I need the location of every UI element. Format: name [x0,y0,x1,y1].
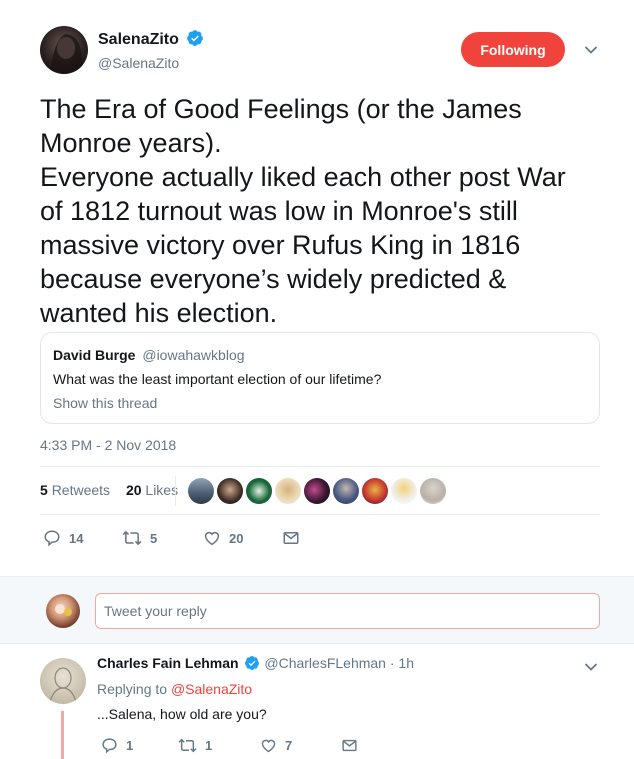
retweets-stat-label: Retweets [51,482,111,498]
tweet-text-line: wanted his election. [40,298,278,328]
tweet-text-line: because everyone’s widely predicted & [40,264,507,294]
likes-stat-count: 20 [125,482,142,498]
chevron-down-icon[interactable] [584,45,598,55]
author-avatar-image [50,34,84,74]
retweet-icon [122,530,142,546]
quoted-tweet[interactable]: David Burge @iowahawkblog What was the l… [40,332,600,424]
current-user-avatar-image [55,604,72,616]
tweet-text-line: Monroe years). [40,128,222,158]
quoted-tweet-header: David Burge @iowahawkblog [53,347,245,363]
liker-avatar[interactable] [391,478,417,504]
like-count: 7 [285,738,293,753]
liker-avatar[interactable] [217,478,243,504]
verified-badge-icon [187,30,204,47]
reply-actions: 1 1 7 [97,735,397,759]
liker-avatar[interactable] [188,478,214,504]
envelope-icon [342,739,357,752]
reply-count: 1 [126,738,134,753]
tweet-text: The Era of Good Feelings (or the James M… [40,92,610,330]
tweet-text-line: of 1812 turnout was low in Monroe's stil… [40,196,518,226]
reply-time[interactable]: · 1h [390,655,414,671]
following-button[interactable]: Following [461,32,565,67]
liker-avatar[interactable] [362,478,388,504]
author-name[interactable]: SalenaZito [98,31,179,48]
like-count: 20 [229,530,244,546]
quoted-author-name: David Burge [53,347,136,363]
author-avatar[interactable] [40,26,88,74]
tweet-text-line: The Era of Good Feelings (or the James [40,94,522,124]
heart-icon [261,739,276,753]
tweet-actions: 14 5 20 [40,527,340,551]
tweet-text-line: Everyone actually liked each other post … [40,162,566,192]
reply-action[interactable]: 1 [101,737,133,754]
likers-avatars [188,478,449,504]
author-name-row: SalenaZito [98,30,204,49]
reply-header: Charles Fain Lehman @CharlesFLehman · 1h [97,655,414,671]
retweets-stat-count: 5 [40,482,48,498]
retweet-count: 1 [205,738,213,753]
liker-avatar[interactable] [246,478,272,504]
liker-avatar[interactable] [275,478,301,504]
heart-icon [204,531,220,546]
reply-composer: Tweet your reply [0,576,634,644]
tweet-stats: 5 Retweets 20 Likes [40,482,178,498]
thread-line [61,711,64,759]
retweet-action[interactable]: 1 [178,737,212,754]
retweets-stat[interactable]: 5 Retweets [40,482,110,498]
replying-to: Replying to @SalenaZito [97,681,252,697]
message-action[interactable] [282,529,300,547]
reply-author-avatar-image [49,667,77,703]
reply-icon [102,738,117,754]
divider [40,466,600,467]
like-action[interactable]: 20 [203,529,243,547]
likes-stat[interactable]: 20 Likes [126,482,178,498]
reply-icon [44,530,60,547]
divider [40,514,600,515]
quoted-author-handle: @iowahawkblog [142,347,245,363]
reply-author-avatar[interactable] [40,658,86,704]
tweet-text-line: massive victory over Rufus King in 1816 [40,230,521,260]
replying-to-prefix: Replying to [97,681,168,697]
reply-author-handle[interactable]: @CharlesFLehman [264,655,386,671]
replying-to-handle[interactable]: @SalenaZito [171,681,252,697]
chevron-down-icon[interactable] [584,662,598,672]
retweet-count: 5 [150,530,158,546]
reply-text: ...Salena, how old are you? [97,706,267,722]
reply-action[interactable]: 14 [43,529,83,547]
message-action[interactable] [341,737,358,754]
show-thread-link[interactable]: Show this thread [53,395,157,411]
likes-stat-label: Likes [145,482,179,498]
envelope-icon [283,532,299,544]
current-user-avatar[interactable] [46,594,80,628]
liker-avatar[interactable] [420,478,446,504]
liker-avatar[interactable] [333,478,359,504]
verified-badge-icon [245,655,260,670]
liker-avatar[interactable] [304,478,330,504]
like-action[interactable]: 7 [260,737,292,754]
author-handle[interactable]: @SalenaZito [98,55,179,71]
stats-separator [175,476,176,506]
retweet-icon [178,738,197,753]
reply-author-name[interactable]: Charles Fain Lehman [97,655,239,671]
reply-count: 14 [69,530,84,546]
tweet-timestamp[interactable]: 4:33 PM - 2 Nov 2018 [40,437,176,453]
retweet-action[interactable]: 5 [122,529,157,547]
quoted-tweet-text: What was the least important election of… [53,371,382,387]
tweet-reply-input[interactable]: Tweet your reply [95,593,600,629]
